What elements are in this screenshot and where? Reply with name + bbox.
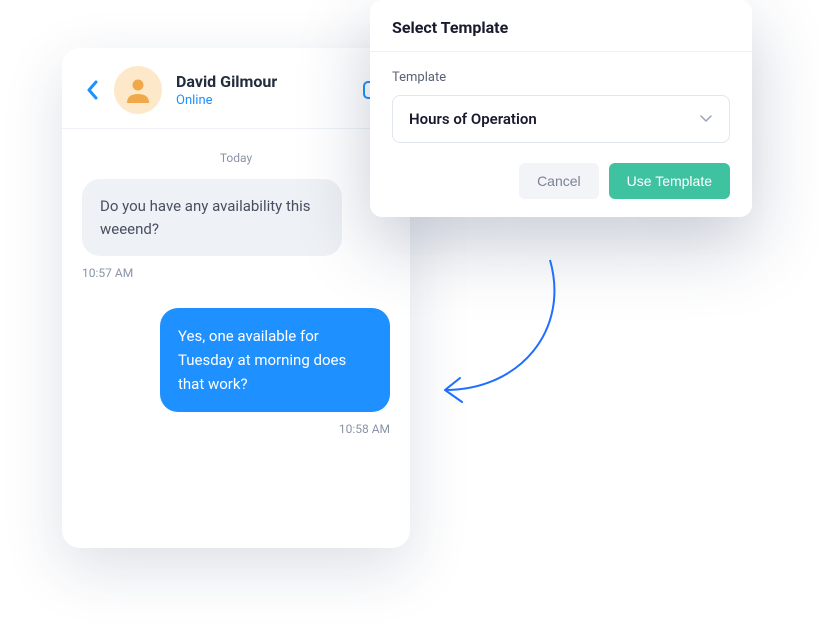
back-button[interactable] bbox=[80, 80, 104, 100]
select-template-modal: Select Template Template Hours of Operat… bbox=[370, 0, 752, 217]
select-value: Hours of Operation bbox=[409, 110, 537, 128]
message-time: 10:58 AM bbox=[82, 422, 390, 436]
user-icon bbox=[124, 76, 152, 104]
arrow-decoration bbox=[420, 250, 580, 420]
chat-panel: David Gilmour Online Today Do you have a… bbox=[62, 48, 410, 548]
use-template-button[interactable]: Use Template bbox=[609, 163, 730, 199]
chevron-left-icon bbox=[86, 80, 98, 100]
message-time: 10:57 AM bbox=[82, 266, 390, 280]
contact-info: David Gilmour Online bbox=[176, 72, 360, 108]
message-outgoing-wrap: Yes, one available for Tuesday at mornin… bbox=[82, 308, 390, 412]
modal-body: Template Hours of Operation bbox=[370, 52, 752, 149]
chevron-down-icon bbox=[699, 115, 713, 123]
contact-status: Online bbox=[176, 93, 360, 108]
modal-actions: Cancel Use Template bbox=[370, 149, 752, 199]
date-separator: Today bbox=[82, 151, 390, 165]
message-outgoing: Yes, one available for Tuesday at mornin… bbox=[160, 308, 390, 412]
avatar[interactable] bbox=[114, 66, 162, 114]
template-select[interactable]: Hours of Operation bbox=[392, 95, 730, 143]
message-incoming: Do you have any availability this weeend… bbox=[82, 179, 342, 256]
chat-header: David Gilmour Online bbox=[62, 48, 410, 129]
chat-body: Today Do you have any availability this … bbox=[62, 129, 410, 456]
contact-name: David Gilmour bbox=[176, 72, 360, 91]
modal-title: Select Template bbox=[370, 0, 752, 52]
cancel-button[interactable]: Cancel bbox=[519, 163, 599, 199]
field-label: Template bbox=[392, 70, 730, 85]
